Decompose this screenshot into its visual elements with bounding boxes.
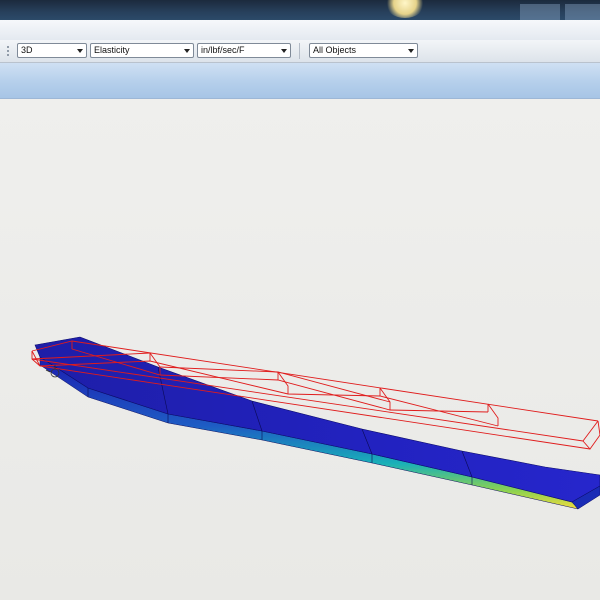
analysis-type-value: Elasticity <box>94 45 130 55</box>
view-toolbar: 3D Elasticity in/lbf/sec/F All Objects <box>0 40 600 63</box>
window-frame <box>0 20 600 41</box>
3d-viewport[interactable] <box>0 99 600 600</box>
chevron-down-icon <box>184 49 190 53</box>
desktop-light-glow <box>385 0 425 18</box>
units-value: in/lbf/sec/F <box>201 45 245 55</box>
toolbar-separator <box>299 43 300 59</box>
model-header-band <box>0 63 600 99</box>
app-window: 3D Elasticity in/lbf/sec/F All Objects <box>0 0 600 600</box>
analysis-type-dropdown[interactable]: Elasticity <box>90 43 194 58</box>
chevron-down-icon <box>281 49 287 53</box>
chevron-down-icon <box>408 49 414 53</box>
toolbar-grip[interactable] <box>6 45 10 57</box>
desktop-shape <box>520 4 560 20</box>
object-filter-value: All Objects <box>313 45 357 55</box>
model-view[interactable] <box>0 99 600 600</box>
desktop-background <box>0 0 600 20</box>
desktop-shape <box>565 4 600 20</box>
view-mode-value: 3D <box>21 45 33 55</box>
units-dropdown[interactable]: in/lbf/sec/F <box>197 43 291 58</box>
chevron-down-icon <box>77 49 83 53</box>
view-mode-dropdown[interactable]: 3D <box>17 43 87 58</box>
object-filter-dropdown[interactable]: All Objects <box>309 43 418 58</box>
beam-top-face <box>34 336 600 503</box>
